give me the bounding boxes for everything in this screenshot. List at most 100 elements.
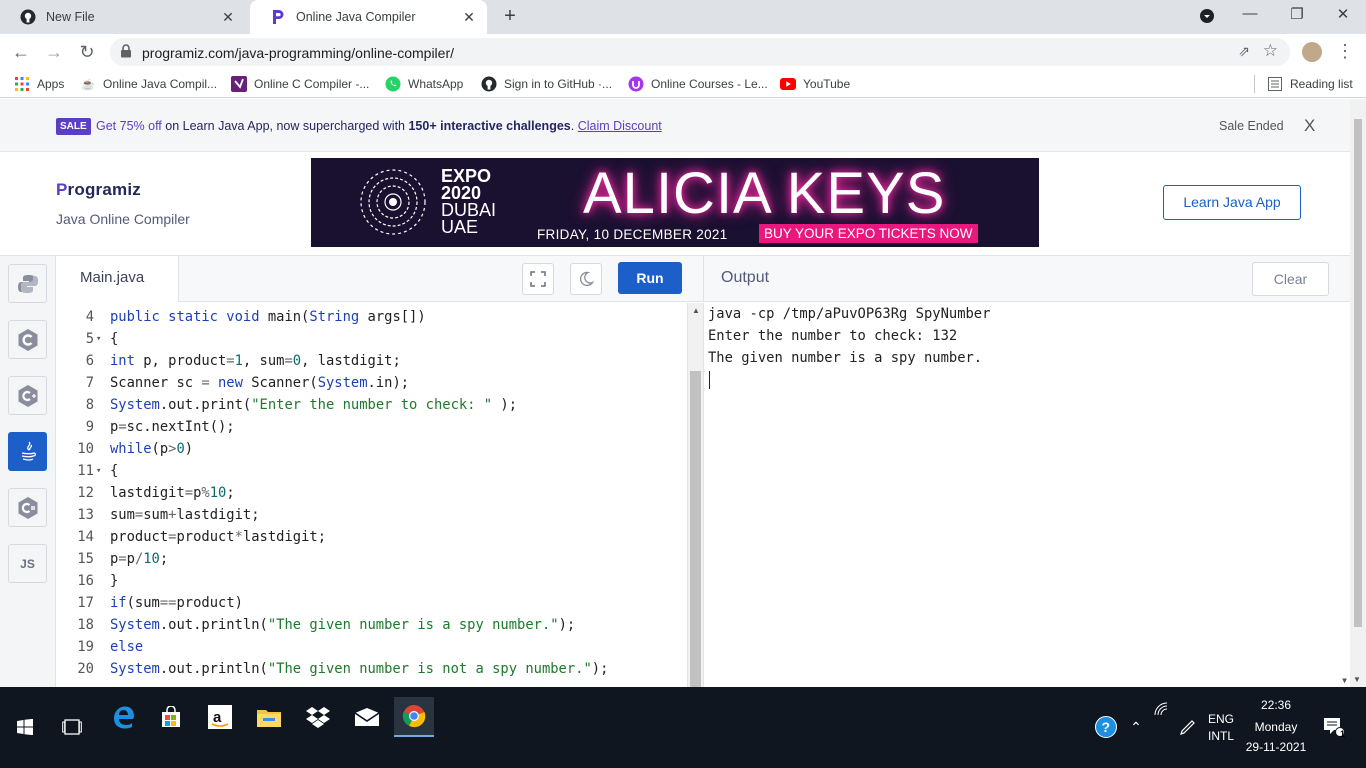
code-line[interactable]: 20 System.out.println("The given number i… bbox=[56, 658, 687, 680]
cpp-icon[interactable] bbox=[8, 376, 47, 415]
dropbox-icon[interactable] bbox=[298, 697, 338, 737]
c-icon[interactable] bbox=[8, 320, 47, 359]
editor-scrollbar[interactable]: ▲ bbox=[687, 303, 703, 687]
close-tab-icon[interactable]: ✕ bbox=[220, 9, 236, 25]
python-icon[interactable] bbox=[8, 264, 47, 303]
url-text[interactable]: programiz.com/java-programming/online-co… bbox=[142, 45, 454, 61]
tab-new-file[interactable]: New File ✕ bbox=[0, 0, 246, 34]
page-scrollbar[interactable]: ▼ bbox=[1350, 99, 1366, 687]
bookmark-github[interactable]: Sign in to GitHub ·... bbox=[481, 76, 612, 92]
csharp-icon[interactable] bbox=[8, 488, 47, 527]
banner-cta[interactable]: BUY YOUR EXPO TICKETS NOW bbox=[759, 224, 978, 243]
code-text: System.out.println("The given number is … bbox=[110, 658, 608, 680]
windows-start-icon[interactable] bbox=[5, 707, 45, 747]
code-text: lastdigit=p%10; bbox=[110, 482, 235, 504]
line-number: 17 bbox=[77, 595, 94, 611]
code-line[interactable]: 17 if(sum==product) bbox=[56, 592, 687, 614]
scroll-down-icon[interactable]: ▼ bbox=[1353, 675, 1361, 684]
bookmark-whatsapp[interactable]: WhatsApp bbox=[385, 76, 463, 92]
bookmark-online-courses[interactable]: Online Courses - Le... bbox=[628, 76, 768, 92]
share-icon[interactable]: ⇗ bbox=[1238, 43, 1250, 60]
bookmark-online-java[interactable]: ☕ Online Java Compil... bbox=[80, 76, 217, 92]
close-tab-icon[interactable]: ✕ bbox=[461, 9, 477, 25]
notifications-icon[interactable]: 1 bbox=[1314, 707, 1354, 747]
clear-button[interactable]: Clear bbox=[1252, 262, 1329, 296]
learn-java-app-button[interactable]: Learn Java App bbox=[1163, 185, 1301, 220]
code-line[interactable]: 13 sum=sum+lastdigit; bbox=[56, 504, 687, 526]
chrome-icon[interactable] bbox=[394, 697, 434, 737]
code-token: product bbox=[110, 529, 169, 545]
bookmark-star-icon[interactable]: ☆ bbox=[1263, 41, 1278, 61]
code-line[interactable]: 18 System.out.println("The given number i… bbox=[56, 614, 687, 636]
web-page: SALE Get 75% off on Learn Java App, now … bbox=[0, 99, 1350, 687]
code-line[interactable]: 14 product=product*lastdigit; bbox=[56, 526, 687, 548]
edge-icon[interactable] bbox=[103, 697, 143, 737]
avatar[interactable] bbox=[1302, 42, 1322, 62]
claim-discount-link[interactable]: Claim Discount bbox=[578, 119, 662, 133]
promo-banner: SALE Get 75% off on Learn Java App, now … bbox=[0, 99, 1350, 152]
language-indicator[interactable]: ENG INTL bbox=[1204, 712, 1238, 743]
address-bar[interactable]: programiz.com/java-programming/online-co… bbox=[110, 38, 1290, 66]
code-line[interactable]: 9 p=sc.nextInt(); bbox=[56, 416, 687, 438]
code-line[interactable]: 16} bbox=[56, 570, 687, 592]
code-token: args[]) bbox=[359, 309, 426, 325]
text-cursor bbox=[709, 371, 710, 389]
scrollbar-thumb[interactable] bbox=[690, 371, 701, 687]
code-token: "The given number is not a spy number." bbox=[267, 661, 592, 677]
clock[interactable]: 22:36 Monday 29-11-2021 bbox=[1244, 698, 1308, 754]
code-line[interactable]: 19 else bbox=[56, 636, 687, 658]
mail-icon[interactable] bbox=[347, 697, 387, 737]
code-line[interactable]: 7 Scanner sc = new Scanner(System.in); bbox=[56, 372, 687, 394]
profile-menu-icon[interactable] bbox=[1197, 8, 1217, 28]
java-icon[interactable] bbox=[8, 432, 47, 471]
fullscreen-icon[interactable] bbox=[522, 263, 554, 295]
reload-icon[interactable]: ↻ bbox=[76, 41, 98, 63]
file-tab-main-java[interactable]: Main.java bbox=[56, 256, 179, 302]
back-icon[interactable]: ← bbox=[10, 41, 32, 63]
amazon-icon[interactable]: a bbox=[200, 697, 240, 737]
code-line[interactable]: 10 while(p>0) bbox=[56, 438, 687, 460]
code-line[interactable]: 5 ▾{ bbox=[56, 328, 687, 350]
ad-banner[interactable]: EXPO 2020 DUBAI UAE ALICIA KEYS FRIDAY, … bbox=[311, 158, 1039, 247]
scrollbar-thumb[interactable] bbox=[1354, 119, 1362, 627]
lock-icon[interactable] bbox=[120, 44, 132, 63]
minimize-icon[interactable]: — bbox=[1240, 5, 1260, 22]
code-line[interactable]: 8 System.out.print("Enter the number to c… bbox=[56, 394, 687, 416]
bookmark-online-c[interactable]: Online C Compiler -... bbox=[231, 76, 369, 92]
store-icon[interactable] bbox=[151, 697, 191, 737]
dark-mode-moon-icon[interactable] bbox=[570, 263, 602, 295]
new-tab-button[interactable]: + bbox=[500, 6, 520, 26]
line-number: 18 bbox=[77, 617, 94, 633]
programiz-logo[interactable]: Programiz bbox=[56, 180, 141, 200]
code-editor[interactable]: 4 public static void main(String args[]) 5… bbox=[56, 303, 687, 687]
svg-text:a: a bbox=[213, 709, 222, 726]
code-line[interactable]: 6 int p, product=1, sum=0, lastdigit; bbox=[56, 350, 687, 372]
restore-icon[interactable]: ❐ bbox=[1287, 5, 1307, 23]
pen-icon[interactable] bbox=[1168, 707, 1208, 747]
close-promo-button[interactable]: X bbox=[1304, 116, 1315, 136]
close-window-icon[interactable]: ✕ bbox=[1333, 5, 1353, 23]
scroll-down-icon[interactable]: ▼ bbox=[1342, 676, 1347, 685]
javascript-icon[interactable]: JS bbox=[8, 544, 47, 583]
task-view-icon[interactable] bbox=[52, 707, 92, 747]
file-explorer-icon[interactable] bbox=[249, 697, 289, 737]
fold-toggle-icon[interactable]: ▾ bbox=[96, 328, 106, 350]
code-line[interactable]: 12 lastdigit=p%10; bbox=[56, 482, 687, 504]
scroll-up-icon[interactable]: ▲ bbox=[692, 306, 700, 315]
code-line[interactable]: 15 p=p/10; bbox=[56, 548, 687, 570]
output-console[interactable]: java -cp /tmp/aPuvOP63Rg SpyNumber Enter… bbox=[703, 303, 1350, 687]
tab-online-java-compiler[interactable]: Online Java Compiler ✕ bbox=[250, 0, 487, 34]
code-token: lastdigit; bbox=[242, 529, 327, 545]
fold-toggle-icon[interactable]: ▾ bbox=[96, 460, 106, 482]
banner-date: FRIDAY, 10 DECEMBER 2021 bbox=[537, 227, 728, 242]
run-button[interactable]: Run bbox=[618, 262, 682, 294]
reading-list-button[interactable]: Reading list bbox=[1267, 76, 1353, 92]
bookmark-apps[interactable]: Apps bbox=[14, 76, 64, 92]
code-line[interactable]: 11 ▾{ bbox=[56, 460, 687, 482]
code-text: int p, product=1, sum=0, lastdigit; bbox=[110, 350, 401, 372]
code-token: ; bbox=[226, 485, 235, 501]
bookmark-youtube[interactable]: YouTube bbox=[780, 76, 850, 92]
menu-dots-icon[interactable]: ⋮ bbox=[1336, 41, 1354, 62]
code-line[interactable]: 4 public static void main(String args[]) bbox=[56, 306, 687, 328]
forward-icon[interactable]: → bbox=[43, 41, 65, 63]
